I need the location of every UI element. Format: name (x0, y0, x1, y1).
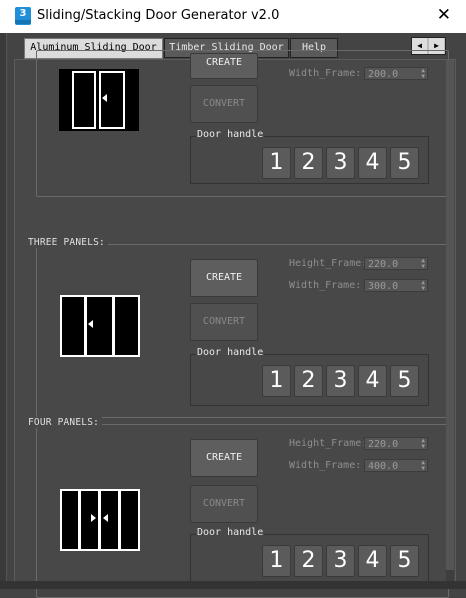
handle-2-button[interactable]: 2 (294, 545, 323, 577)
handle-1-button[interactable]: 1 (262, 365, 291, 397)
convert-button: CONVERT (190, 85, 258, 123)
width-frame-spinner[interactable]: 300.0 ▲ ▼ (364, 279, 428, 292)
three-panel-door-diagram (60, 295, 140, 357)
height-frame-spinner[interactable]: 220.0 ▲ ▼ (364, 257, 428, 270)
handle-3-button[interactable]: 3 (326, 545, 355, 577)
height-frame-label: Height_Frame: (289, 438, 368, 449)
vertical-scrollbar[interactable] (446, 60, 454, 585)
four-panels-label: FOUR PANELS: (25, 417, 103, 428)
create-button[interactable]: CREATE (190, 439, 258, 477)
main-area: Aluminum Sliding Door Timber Sliding Doo… (0, 33, 466, 598)
width-frame-spinner[interactable]: 200.0 ▲ ▼ (364, 67, 428, 80)
create-button[interactable]: CREATE (190, 53, 258, 79)
handle-5-button[interactable]: 5 (390, 545, 419, 577)
two-panels-group: CREATE CONVERT Width_Frame: 200.0 ▲ ▼ Door… (36, 50, 449, 197)
handle-4-button[interactable]: 4 (358, 147, 387, 179)
three-panels-label: THREE PANELS: (25, 237, 108, 248)
height-frame-label: Height_Frame: (289, 258, 368, 269)
rollout-panel: CREATE CONVERT Width_Frame: 200.0 ▲ ▼ Door… (14, 50, 456, 598)
door-handle-label: Door handle (196, 129, 265, 140)
width-frame-label: Width_Frame: (289, 460, 362, 471)
four-panel-door-diagram (60, 489, 140, 551)
convert-button: CONVERT (190, 485, 258, 523)
width-frame-spinner[interactable]: 400.0 ▲ ▼ (364, 459, 428, 472)
title-bar: 3 Sliding/Stacking Door Generator v2.0 ✕ (0, 0, 466, 33)
app-icon: 3 (15, 7, 31, 25)
handle-5-button[interactable]: 5 (390, 365, 419, 397)
handle-3-button[interactable]: 3 (326, 365, 355, 397)
left-edge (0, 33, 7, 589)
handle-1-button[interactable]: 1 (262, 545, 291, 577)
height-frame-spinner[interactable]: 220.0 ▲ ▼ (364, 437, 428, 450)
handle-2-button[interactable]: 2 (294, 147, 323, 179)
handle-1-button[interactable]: 1 (262, 147, 291, 179)
width-frame-label: Width_Frame: (289, 68, 362, 79)
handle-5-button[interactable]: 5 (390, 147, 419, 179)
handle-4-button[interactable]: 4 (358, 545, 387, 577)
door-handle-group: Door handle 1 2 3 4 5 (190, 347, 429, 406)
four-panels-group: FOUR PANELS: CREATE CONVERT Height_Frame… (25, 417, 449, 598)
width-frame-label: Width_Frame: (289, 280, 362, 291)
convert-button: CONVERT (190, 303, 258, 341)
scrollbar-thumb[interactable] (446, 60, 454, 570)
handle-4-button[interactable]: 4 (358, 365, 387, 397)
handle-2-button[interactable]: 2 (294, 365, 323, 397)
two-panel-door-diagram (59, 69, 139, 131)
three-panels-group: THREE PANELS: CREATE CONVERT Height_Fram… (25, 237, 449, 418)
close-icon[interactable]: ✕ (437, 5, 451, 25)
handle-3-button[interactable]: 3 (326, 147, 355, 179)
door-handle-group: Door handle 1 2 3 4 5 (190, 527, 429, 586)
create-button[interactable]: CREATE (190, 259, 258, 297)
bottom-edge (0, 581, 466, 589)
door-handle-group: Door handle 1 2 3 4 5 (190, 129, 429, 184)
window-title: Sliding/Stacking Door Generator v2.0 (37, 8, 280, 23)
door-handle-label: Door handle (196, 347, 265, 358)
door-handle-label: Door handle (196, 527, 265, 538)
